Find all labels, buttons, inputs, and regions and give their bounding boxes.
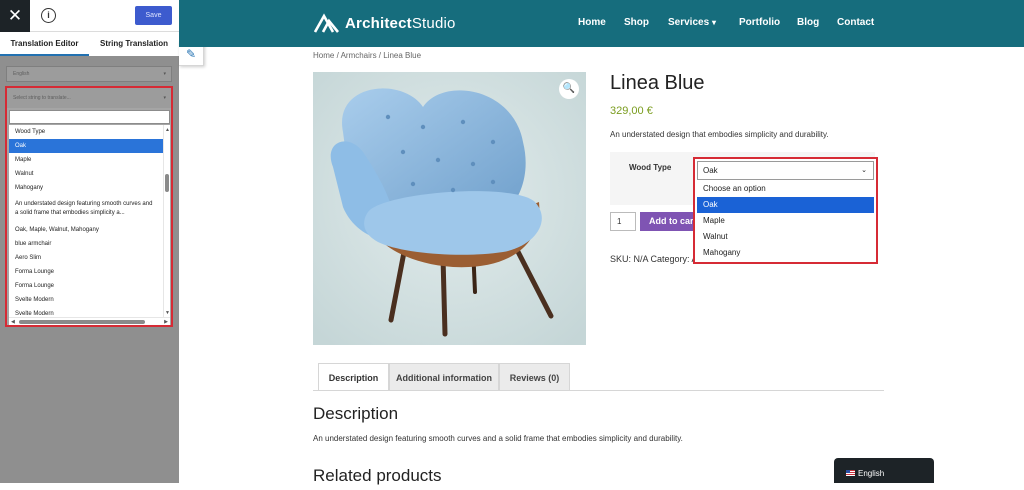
language-switcher-label: English xyxy=(858,469,885,478)
nav-contact[interactable]: Contact xyxy=(837,17,874,28)
scroll-up-arrow-icon[interactable]: ▲ xyxy=(165,127,170,133)
tab-additional-information[interactable]: Additional information xyxy=(389,363,499,391)
editor-toolbar: ✕ i Save xyxy=(0,0,179,32)
string-option[interactable]: Forma Lounge xyxy=(9,265,163,279)
language-select[interactable]: English ▾ xyxy=(6,66,172,82)
wood-type-option[interactable]: Mahogany xyxy=(697,245,874,261)
wood-type-option[interactable]: Choose an option xyxy=(697,181,874,197)
chevron-down-icon: ▾ xyxy=(711,18,716,27)
scroll-down-arrow-icon[interactable]: ▼ xyxy=(165,310,170,316)
string-option[interactable]: Svelte Modern xyxy=(9,293,163,307)
scrollbar-thumb[interactable] xyxy=(165,174,169,192)
tab-translation-editor[interactable]: Translation Editor xyxy=(0,32,89,56)
related-products-heading: Related products xyxy=(313,466,442,485)
string-select-placeholder: Select string to translate... xyxy=(13,95,71,101)
wood-type-options-list: Choose an option Oak Maple Walnut Mahogany xyxy=(697,181,874,261)
us-flag-icon xyxy=(846,470,855,476)
tab-reviews[interactable]: Reviews (0) xyxy=(499,363,570,391)
string-option[interactable]: Mahogany xyxy=(9,181,163,195)
string-option[interactable]: An understated design featuring smooth c… xyxy=(9,195,163,223)
info-icon[interactable]: i xyxy=(41,8,56,23)
tab-description[interactable]: Description xyxy=(318,363,389,391)
string-option[interactable]: Oak xyxy=(9,139,163,153)
description-heading: Description xyxy=(313,404,399,423)
close-icon[interactable]: ✕ xyxy=(0,0,30,32)
chevron-down-icon: ⌄ xyxy=(861,167,867,174)
scroll-right-arrow-icon[interactable]: ▶ xyxy=(164,318,168,326)
scrollbar-thumb[interactable] xyxy=(19,320,145,324)
string-option[interactable]: blue armchair xyxy=(9,237,163,251)
string-option[interactable]: Aero Slim xyxy=(9,251,163,265)
site-header: ArchitectStudio Home Shop Services ▾ Por… xyxy=(179,0,1024,47)
string-select-dropdown: Select string to translate... ▾ Wood Typ… xyxy=(5,86,173,327)
string-option[interactable]: Wood Type xyxy=(9,125,163,139)
nav-services[interactable]: Services ▾ xyxy=(668,17,716,28)
wood-type-option[interactable]: Maple xyxy=(697,213,874,229)
quantity-input[interactable]: 1 xyxy=(610,212,636,231)
wood-type-option[interactable]: Oak xyxy=(697,197,874,213)
string-option[interactable]: Oak, Maple, Walnut, Mahogany xyxy=(9,223,163,237)
chevron-down-icon: ▾ xyxy=(163,95,166,101)
product-price: 329,00 € xyxy=(610,105,653,117)
tab-string-translation[interactable]: String Translation xyxy=(89,32,179,56)
string-options-list: Wood Type Oak Maple Walnut Mahogany An unders… xyxy=(9,125,163,318)
wood-type-select-value: Oak xyxy=(703,166,718,175)
horizontal-scrollbar[interactable]: ◀ ▶ xyxy=(9,317,170,325)
product-title: Linea Blue xyxy=(610,72,705,94)
translation-editor-sidebar: ✕ i Save Translation Editor String Trans… xyxy=(0,0,179,483)
tabs-divider xyxy=(313,390,884,391)
string-option[interactable]: Forma Lounge xyxy=(9,279,163,293)
variation-label: Wood Type xyxy=(629,163,672,172)
wood-type-select[interactable]: Oak ⌄ xyxy=(697,161,874,180)
string-search-input[interactable] xyxy=(9,110,170,124)
wood-type-option[interactable]: Walnut xyxy=(697,229,874,245)
string-option[interactable]: Walnut xyxy=(9,167,163,181)
nav-services-label: Services xyxy=(668,17,710,28)
save-button[interactable]: Save xyxy=(135,6,172,25)
string-select[interactable]: Select string to translate... ▾ xyxy=(7,88,171,108)
language-select-value: English xyxy=(13,71,30,77)
product-image[interactable]: 🔍 xyxy=(313,72,586,345)
zoom-icon[interactable]: 🔍 xyxy=(559,79,579,99)
breadcrumb[interactable]: Home / Armchairs / Linea Blue xyxy=(313,51,421,60)
vertical-scrollbar[interactable]: ▲ ▼ xyxy=(163,125,170,318)
language-switcher[interactable]: English xyxy=(834,458,934,483)
scroll-left-arrow-icon[interactable]: ◀ xyxy=(11,318,15,326)
description-text: An understated design featuring smooth c… xyxy=(313,434,683,443)
nav-home[interactable]: Home xyxy=(578,17,606,28)
chevron-down-icon: ▾ xyxy=(163,71,166,77)
nav-blog[interactable]: Blog xyxy=(797,17,819,28)
armchair-illustration xyxy=(313,72,586,345)
nav-shop[interactable]: Shop xyxy=(624,17,649,28)
main-navigation: Home Shop Services ▾ Portfolio Blog Cont… xyxy=(179,17,1024,31)
string-option[interactable]: Maple xyxy=(9,153,163,167)
editor-tabs: Translation Editor String Translation xyxy=(0,32,179,56)
nav-portfolio[interactable]: Portfolio xyxy=(739,17,780,28)
product-short-description: An understated design that embodies simp… xyxy=(610,130,829,139)
wood-type-dropdown: Oak ⌄ Choose an option Oak Maple Walnut Maho… xyxy=(693,157,878,264)
